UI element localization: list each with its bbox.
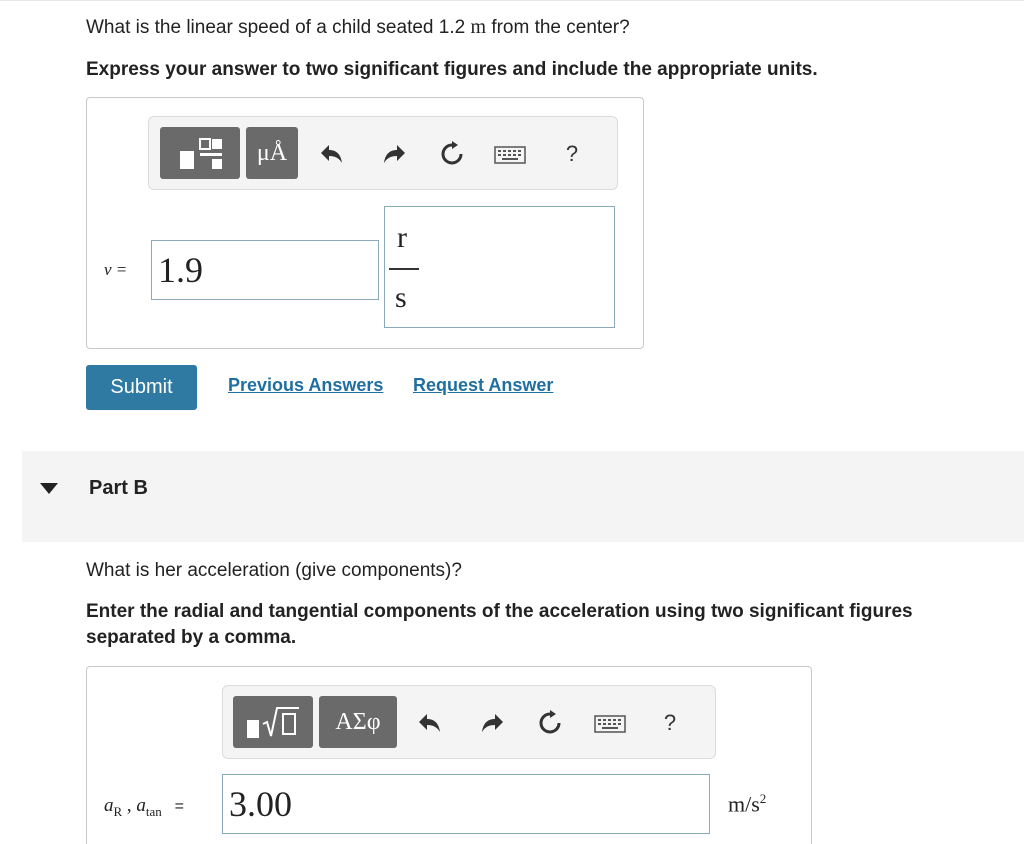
acceleration-input[interactable]: 3.00 <box>222 774 710 834</box>
variable-label: v = <box>104 260 128 279</box>
unit-denominator: s <box>395 281 407 314</box>
collapse-triangle-icon[interactable] <box>40 482 58 500</box>
radical-template-icon <box>247 707 299 738</box>
undo-icon[interactable] <box>415 708 445 738</box>
part-b-title: Part B <box>89 477 148 499</box>
help-button[interactable]: ? <box>557 139 587 169</box>
part-b-instruction-line2: separated by a comma. <box>86 627 297 648</box>
part-b-header[interactable] <box>22 451 1024 542</box>
part-b-toolbar: ΑΣφ ? <box>222 685 716 759</box>
top-divider <box>0 0 1024 1</box>
keyboard-icon[interactable] <box>493 145 527 165</box>
acceleration-label: aR , atan = <box>104 795 184 819</box>
reset-icon[interactable] <box>535 708 565 738</box>
keyboard-icon[interactable] <box>593 714 627 734</box>
symbols-button[interactable]: ΑΣφ <box>319 696 397 748</box>
acceleration-unit: m/s2 <box>728 791 767 817</box>
part-a-instruction: Express your answer to two significant f… <box>86 59 818 80</box>
value-input[interactable]: 1.9 <box>151 240 379 300</box>
submit-button[interactable]: Submit <box>86 365 197 410</box>
reset-icon[interactable] <box>437 139 467 169</box>
part-b-question: What is her acceleration (give component… <box>86 560 462 581</box>
templates-button[interactable] <box>160 127 240 179</box>
units-button[interactable]: μÅ <box>246 127 298 179</box>
unit-numerator: r <box>397 221 407 254</box>
undo-icon[interactable] <box>317 139 347 169</box>
part-a-question: What is the linear speed of a child seat… <box>86 16 630 38</box>
redo-icon[interactable] <box>477 708 507 738</box>
math-templates-button[interactable] <box>233 696 313 748</box>
acceleration-value: 3.00 <box>229 784 292 824</box>
fraction-bar <box>389 268 419 270</box>
units-input[interactable]: r s <box>384 206 615 328</box>
previous-answers-link[interactable]: Previous Answers <box>228 375 383 396</box>
help-button[interactable]: ? <box>655 708 685 738</box>
templates-icon <box>180 138 222 169</box>
redo-icon[interactable] <box>379 139 409 169</box>
part-b-instruction-line1: Enter the radial and tangential componen… <box>86 601 913 622</box>
request-answer-link[interactable]: Request Answer <box>413 375 553 396</box>
value-text: 1.9 <box>158 250 203 290</box>
part-a-toolbar: μÅ ? <box>148 116 618 190</box>
part-b-instruction: Enter the radial and tangential componen… <box>86 599 913 651</box>
